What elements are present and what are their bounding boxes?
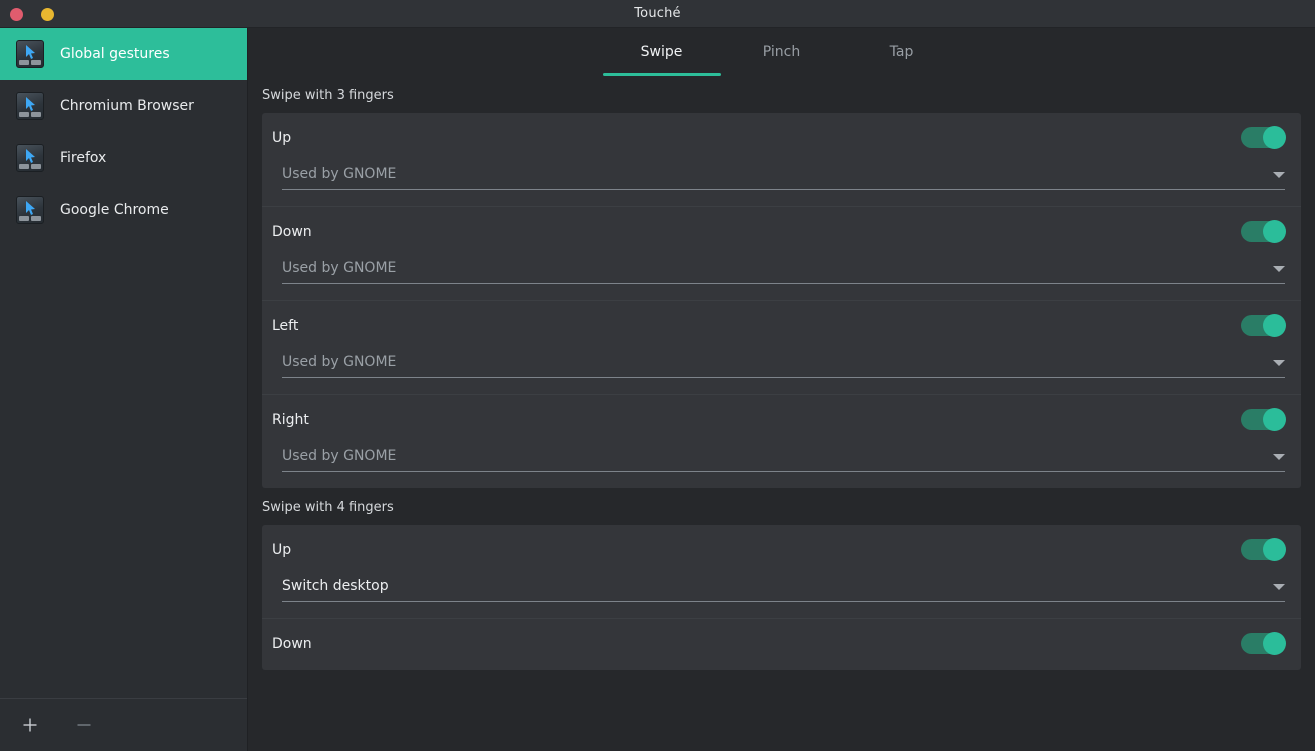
- gesture-action-value: Used by GNOME: [282, 354, 397, 370]
- toggle-knob: [1263, 538, 1286, 561]
- sidebar-item-firefox[interactable]: Firefox: [0, 132, 247, 184]
- sidebar-item-global-gestures[interactable]: Global gestures: [0, 28, 247, 80]
- gesture-card: Up Used by GNOME Down Used by GNOME Left Used…: [262, 113, 1301, 488]
- gesture-row-header: Down: [272, 632, 1287, 655]
- sidebar: Global gestures Chromium Browser Firefox Go…: [0, 28, 248, 751]
- touchpad-icon: [16, 144, 44, 172]
- sidebar-item-chromium-browser[interactable]: Chromium Browser: [0, 80, 247, 132]
- touchpad-icon: [16, 40, 44, 68]
- gesture-row-header: Left: [272, 314, 1287, 337]
- plus-icon: [23, 718, 37, 732]
- gesture-enable-toggle[interactable]: [1241, 220, 1286, 243]
- gesture-action-dropdown[interactable]: Used by GNOME: [282, 166, 1285, 190]
- toggle-knob: [1263, 314, 1286, 337]
- sidebar-item-label: Global gestures: [60, 46, 170, 62]
- chevron-down-icon: [1273, 454, 1285, 460]
- gesture-action-dropdown[interactable]: Used by GNOME: [282, 354, 1285, 378]
- gesture-enable-toggle[interactable]: [1241, 632, 1286, 655]
- toggle-knob: [1263, 408, 1286, 431]
- app-body: Global gestures Chromium Browser Firefox Go…: [0, 28, 1315, 751]
- gesture-type-tabs: Swipe Pinch Tap: [248, 28, 1315, 76]
- toggle-knob: [1263, 220, 1286, 243]
- minus-icon: [77, 724, 91, 726]
- chevron-down-icon: [1273, 172, 1285, 178]
- toggle-knob: [1263, 632, 1286, 655]
- section-heading: Swipe with 4 fingers: [262, 500, 394, 515]
- gesture-direction-label: Up: [272, 129, 292, 146]
- window-controls: [10, 0, 54, 28]
- sidebar-item-label: Firefox: [60, 150, 107, 166]
- sidebar-item-google-chrome[interactable]: Google Chrome: [0, 184, 247, 236]
- gesture-enable-toggle[interactable]: [1241, 314, 1286, 337]
- sidebar-item-label: Google Chrome: [60, 202, 169, 218]
- tab-pinch[interactable]: Pinch: [722, 28, 842, 76]
- sidebar-application-list: Global gestures Chromium Browser Firefox Go…: [0, 28, 247, 698]
- minimize-window-icon[interactable]: [41, 7, 54, 21]
- toggle-knob: [1263, 126, 1286, 149]
- gesture-action-value: Used by GNOME: [282, 448, 397, 464]
- gesture-row-header: Up: [272, 126, 1287, 149]
- add-application-button[interactable]: [16, 711, 44, 739]
- gesture-row: Down Used by GNOME: [262, 206, 1301, 300]
- main-content: Swipe Pinch Tap Swipe with 3 fingers Up Used…: [248, 28, 1315, 751]
- gesture-enable-toggle[interactable]: [1241, 538, 1286, 561]
- gesture-action-value: Used by GNOME: [282, 166, 397, 182]
- gesture-direction-label: Right: [272, 411, 309, 428]
- close-window-icon[interactable]: [10, 7, 23, 21]
- touchpad-icon: [16, 196, 44, 224]
- gesture-enable-toggle[interactable]: [1241, 408, 1286, 431]
- gesture-direction-label: Up: [272, 541, 292, 558]
- window-title: Touché: [634, 6, 681, 21]
- remove-application-button[interactable]: [70, 711, 98, 739]
- tab-swipe[interactable]: Swipe: [602, 28, 722, 76]
- title-bar: Touché: [0, 0, 1315, 28]
- gesture-action-value: Switch desktop: [282, 578, 389, 594]
- gesture-row: Right Used by GNOME: [262, 394, 1301, 488]
- gesture-enable-toggle[interactable]: [1241, 126, 1286, 149]
- touchpad-icon: [16, 92, 44, 120]
- gesture-row: Up Switch desktop: [262, 525, 1301, 618]
- gesture-row-header: Down: [272, 220, 1287, 243]
- gesture-action-dropdown[interactable]: Used by GNOME: [282, 448, 1285, 472]
- gesture-action-dropdown[interactable]: Used by GNOME: [282, 260, 1285, 284]
- gesture-card: Up Switch desktop Down: [262, 525, 1301, 670]
- tab-tap[interactable]: Tap: [842, 28, 962, 76]
- gesture-direction-label: Down: [272, 223, 312, 240]
- gesture-row: Up Used by GNOME: [262, 113, 1301, 206]
- gesture-direction-label: Left: [272, 317, 299, 334]
- section-heading: Swipe with 3 fingers: [262, 88, 394, 103]
- gesture-row-header: Right: [272, 408, 1287, 431]
- gesture-action-value: Used by GNOME: [282, 260, 397, 276]
- chevron-down-icon: [1273, 360, 1285, 366]
- gesture-row: Left Used by GNOME: [262, 300, 1301, 394]
- chevron-down-icon: [1273, 266, 1285, 272]
- sidebar-toolbar: [0, 698, 247, 751]
- sidebar-item-label: Chromium Browser: [60, 98, 194, 114]
- gesture-action-dropdown[interactable]: Switch desktop: [282, 578, 1285, 602]
- gesture-row-header: Up: [272, 538, 1287, 561]
- gesture-direction-label: Down: [272, 635, 312, 652]
- chevron-down-icon: [1273, 584, 1285, 590]
- gesture-row: Down: [262, 618, 1301, 670]
- gesture-settings-scroll-area[interactable]: Swipe with 3 fingers Up Used by GNOME Down U…: [248, 76, 1315, 751]
